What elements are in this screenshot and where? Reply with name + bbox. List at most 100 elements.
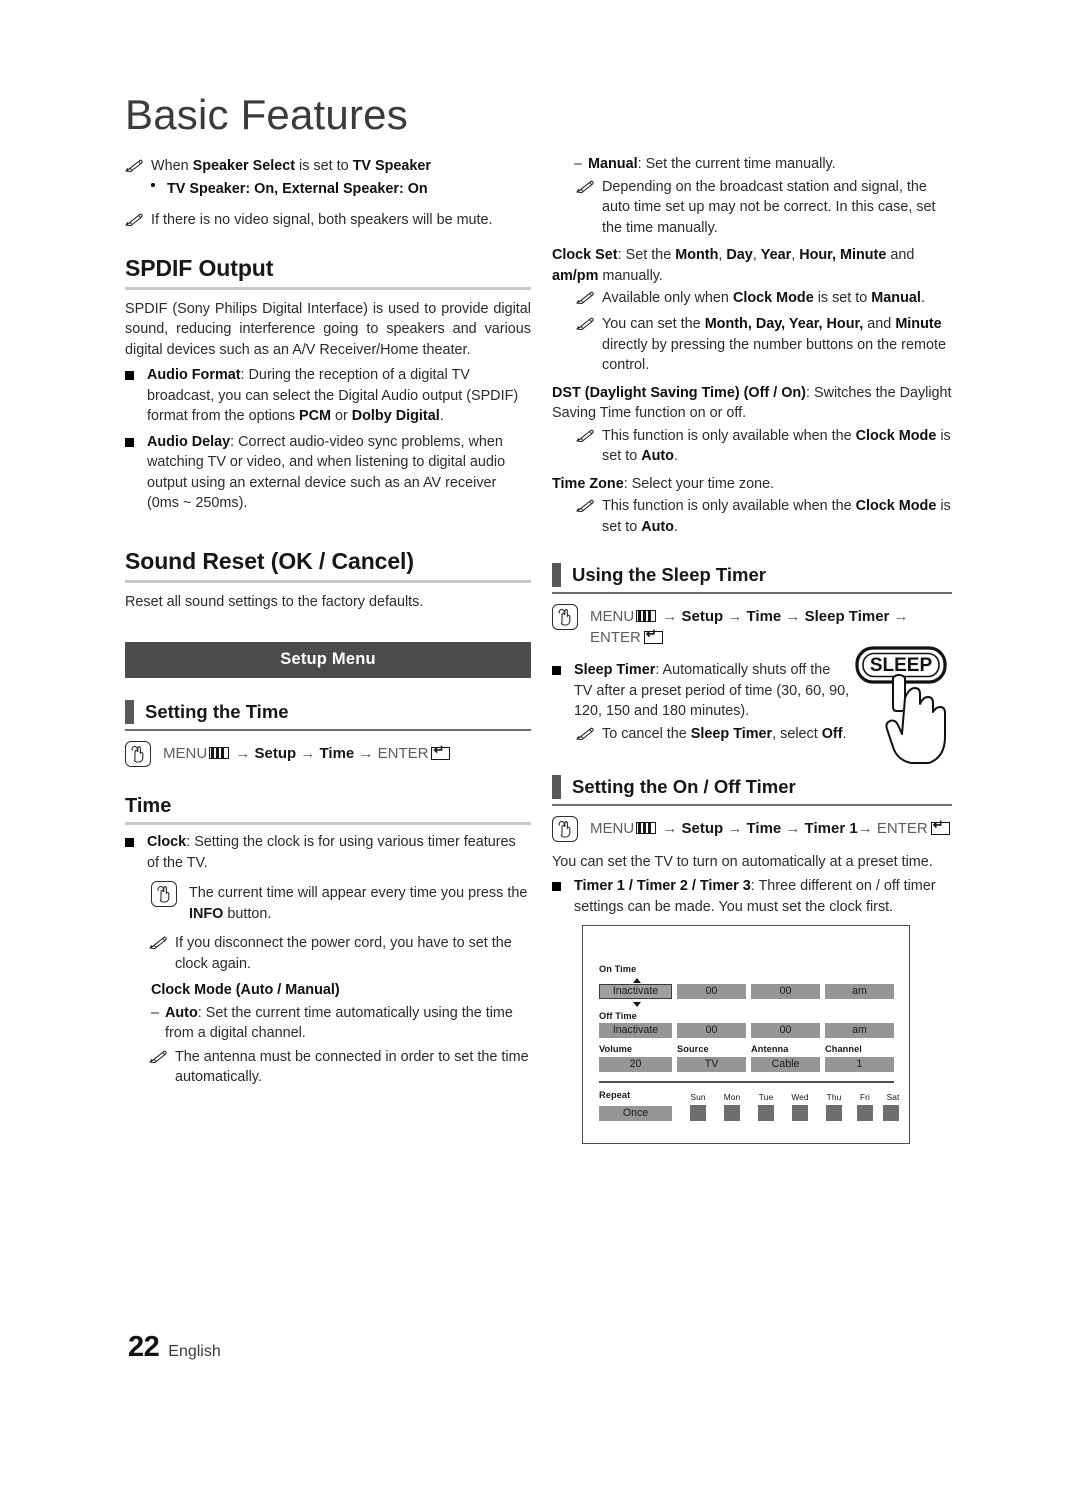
- section-bar-marker: [125, 700, 134, 724]
- on-time-mode-field[interactable]: Inactivate: [599, 984, 672, 999]
- note-no-video-signal: If there is no video signal, both speake…: [124, 210, 531, 231]
- day-box-thu[interactable]: [826, 1105, 842, 1121]
- heading-on-off-timer-text: Setting the On / Off Timer: [572, 775, 796, 797]
- repeat-field[interactable]: Once: [599, 1106, 672, 1121]
- pencil-note-icon: [575, 426, 598, 447]
- page-footer: 22 English: [128, 1331, 221, 1364]
- spdif-item-audio-delay: Audio Delay: Correct audio-video sync pr…: [125, 432, 531, 514]
- spinner-down-icon[interactable]: [633, 1002, 641, 1007]
- spdif-intro: SPDIF (Sony Philips Digital Interface) i…: [125, 300, 531, 358]
- day-box-sun[interactable]: [690, 1105, 706, 1121]
- day-box-sat[interactable]: [883, 1105, 899, 1121]
- time-item-clock-text: Clock: Setting the clock is for using va…: [147, 834, 516, 871]
- note-dst-availability-text: This function is only available when the…: [602, 427, 951, 465]
- pencil-note-icon: [148, 933, 171, 954]
- dst-text: DST (Daylight Saving Time) (Off / On): S…: [552, 384, 952, 422]
- clock-mode-heading: Clock Mode (Auto / Manual): [151, 982, 340, 998]
- off-time-mode-field[interactable]: Inactivate: [599, 1023, 672, 1038]
- heading-using-sleep-timer: Using the Sleep Timer: [552, 563, 952, 587]
- day-box-mon[interactable]: [724, 1105, 740, 1121]
- pencil-note-icon: [124, 210, 147, 231]
- note-number-buttons-text: You can set the Month, Day, Year, Hour, …: [602, 316, 946, 373]
- pencil-note-icon: [575, 724, 598, 745]
- pencil-note-icon: [575, 288, 598, 309]
- path-sleep-timer-text: MENU → Setup → Time → Sleep Timer → ENTER: [590, 604, 952, 648]
- dash-bullet-icon: –: [574, 156, 583, 172]
- heading-time: Time: [125, 795, 172, 817]
- square-bullet-icon: [125, 432, 147, 447]
- source-label: Source: [677, 1044, 709, 1054]
- spinner-up-icon[interactable]: [633, 978, 641, 983]
- heading-rule: [125, 579, 531, 583]
- day-label-wed: Wed: [791, 1092, 809, 1102]
- note-number-buttons: You can set the Month, Day, Year, Hour, …: [575, 314, 952, 376]
- source-field[interactable]: TV: [677, 1057, 746, 1072]
- pencil-note-icon: [575, 177, 598, 198]
- square-bullet-icon: [125, 365, 147, 380]
- square-bullet-icon: [552, 876, 574, 891]
- volume-field[interactable]: 20: [599, 1057, 672, 1072]
- note-info-button-text: The current time will appear every time …: [189, 885, 528, 922]
- day-label-thu: Thu: [826, 1092, 842, 1102]
- on-time-hour-field[interactable]: 00: [677, 984, 746, 999]
- square-bullet-icon: [125, 832, 147, 847]
- note-speaker-select: When Speaker Select is set to TV Speaker: [124, 156, 531, 177]
- heading-rule: [125, 822, 531, 825]
- enter-icon: [431, 743, 451, 760]
- timer-settings-figure: On Time Inactivate 00 00 am Off Time Ina…: [582, 925, 910, 1144]
- off-time-hour-field[interactable]: 00: [677, 1023, 746, 1038]
- note-power-cord-text: If you disconnect the power cord, you ha…: [175, 935, 512, 972]
- manual-page: Basic Features When Speaker Select is se…: [0, 0, 1080, 1494]
- antenna-field[interactable]: Cable: [751, 1057, 820, 1072]
- page-title: Basic Features: [125, 91, 408, 138]
- spdif-item-audio-format: Audio Format: During the reception of a …: [125, 365, 531, 427]
- day-box-wed[interactable]: [792, 1105, 808, 1121]
- enter-icon: [643, 627, 663, 644]
- day-label-sun: Sun: [690, 1092, 706, 1102]
- on-time-ampm-field[interactable]: am: [825, 984, 894, 999]
- note-clock-set-availability: Available only when Clock Mode is set to…: [575, 288, 952, 309]
- sleep-timer-item-text: Sleep Timer: Automatically shuts off the…: [574, 662, 850, 719]
- on-time-minute-field[interactable]: 00: [751, 984, 820, 999]
- day-box-tue[interactable]: [758, 1105, 774, 1121]
- pencil-note-icon: [124, 156, 147, 177]
- left-column: When Speaker Select is set to TV Speaker…: [124, 152, 531, 1090]
- page-number: 22: [128, 1331, 160, 1363]
- sleep-timer-item: Sleep Timer: Automatically shuts off the…: [552, 660, 852, 722]
- note-cancel-sleep-timer: To cancel the Sleep Timer, select Off.: [575, 724, 856, 745]
- note-speaker-select-text: When Speaker Select is set to TV Speaker: [151, 158, 431, 174]
- day-label-tue: Tue: [758, 1092, 774, 1102]
- channel-label: Channel: [825, 1044, 862, 1054]
- dash-bullet-icon: –: [151, 1004, 160, 1021]
- note-broadcast-station: Depending on the broadcast station and s…: [575, 177, 952, 239]
- day-box-fri[interactable]: [857, 1105, 873, 1121]
- heading-rule: [125, 286, 531, 290]
- path-on-off-timer: MENU → Setup → Time → Timer 1→ ENTER: [552, 815, 952, 842]
- timer-item: Timer 1 / Timer 2 / Timer 3: Three diffe…: [552, 876, 952, 917]
- sleep-button-figure: SLEEP: [852, 644, 956, 774]
- note-clock-set-availability-text: Available only when Clock Mode is set to…: [602, 290, 925, 306]
- note-antenna-text: The antenna must be connected in order t…: [175, 1048, 529, 1086]
- off-time-minute-field[interactable]: 00: [751, 1023, 820, 1038]
- off-time-ampm-field[interactable]: am: [825, 1023, 894, 1038]
- timer-item-text: Timer 1 / Timer 2 / Timer 3: Three diffe…: [574, 878, 936, 915]
- hand-press-icon: [552, 815, 578, 842]
- on-off-timer-intro: You can set the TV to turn on automatica…: [552, 853, 933, 870]
- channel-field[interactable]: 1: [825, 1057, 894, 1072]
- note-info-button: The current time will appear every time …: [151, 881, 531, 924]
- day-label-fri: Fri: [859, 1092, 871, 1102]
- clock-mode-manual: – Manual: Set the current time manually.: [574, 154, 952, 175]
- spdif-item-audio-delay-text: Audio Delay: Correct audio-video sync pr…: [147, 433, 506, 512]
- menu-icon: [209, 747, 230, 759]
- figure-divider: [599, 1081, 894, 1083]
- note-no-video-signal-text: If there is no video signal, both speake…: [151, 211, 493, 228]
- sound-reset-text: Reset all sound settings to the factory …: [125, 593, 424, 610]
- note-time-zone-availability: This function is only available when the…: [575, 496, 952, 537]
- volume-label: Volume: [599, 1044, 633, 1054]
- heading-rule: [552, 592, 952, 594]
- path-sleep-timer: MENU → Setup → Time → Sleep Timer → ENTER: [552, 604, 952, 648]
- time-zone-text: Time Zone: Select your time zone.: [552, 475, 775, 492]
- section-bar-marker: [552, 774, 561, 799]
- section-bar-marker: [552, 563, 561, 587]
- clock-mode-auto: – Auto: Set the current time automatical…: [151, 1003, 531, 1044]
